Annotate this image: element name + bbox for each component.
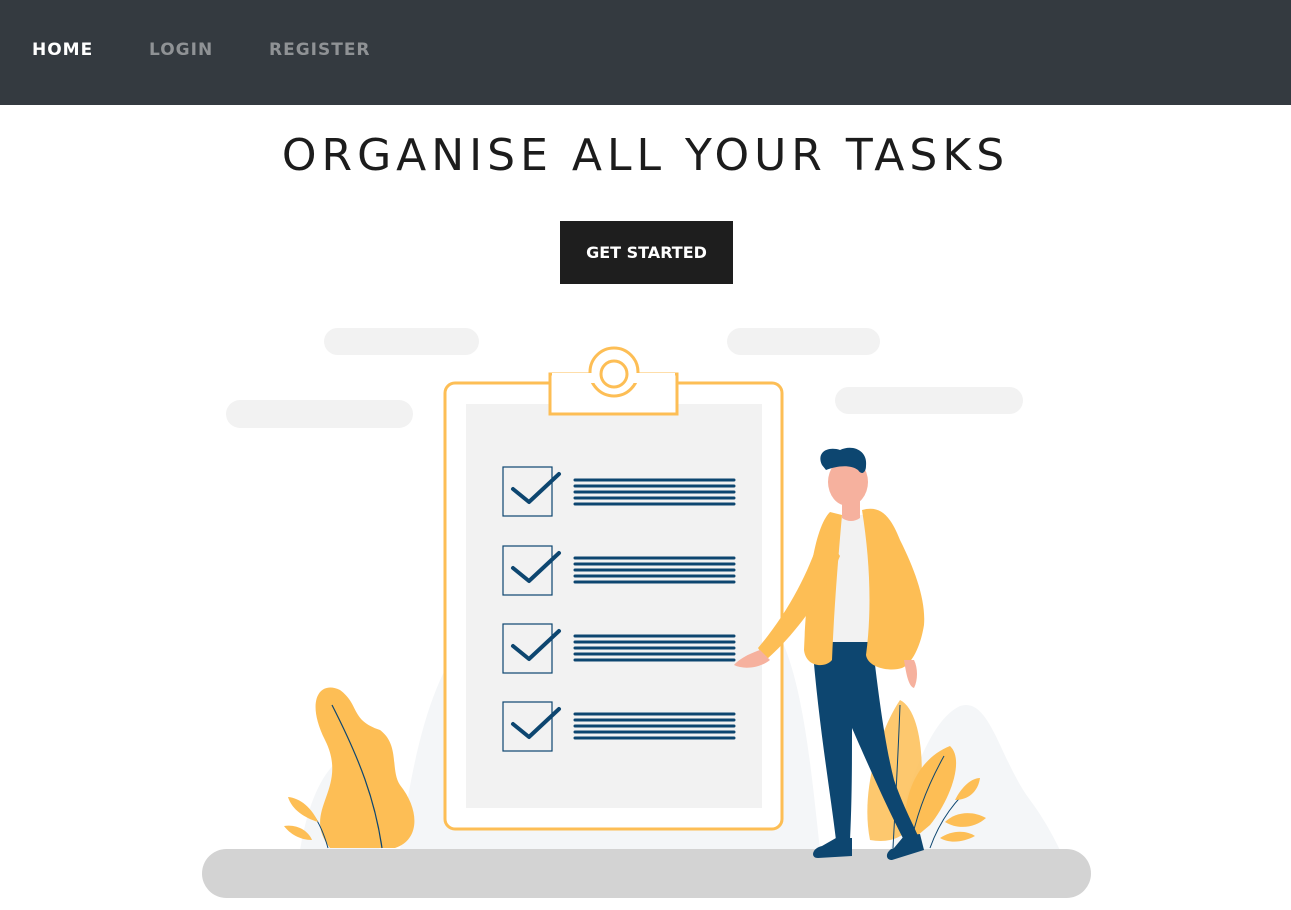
cloud-shape xyxy=(324,328,479,355)
left-plant xyxy=(284,687,415,849)
cloud-shape xyxy=(226,400,413,428)
ground-bar xyxy=(202,849,1091,898)
cloud-shape xyxy=(835,387,1023,414)
cloud-shape xyxy=(727,328,880,355)
clipboard xyxy=(443,346,784,831)
task-checklist-illustration xyxy=(202,328,1091,898)
